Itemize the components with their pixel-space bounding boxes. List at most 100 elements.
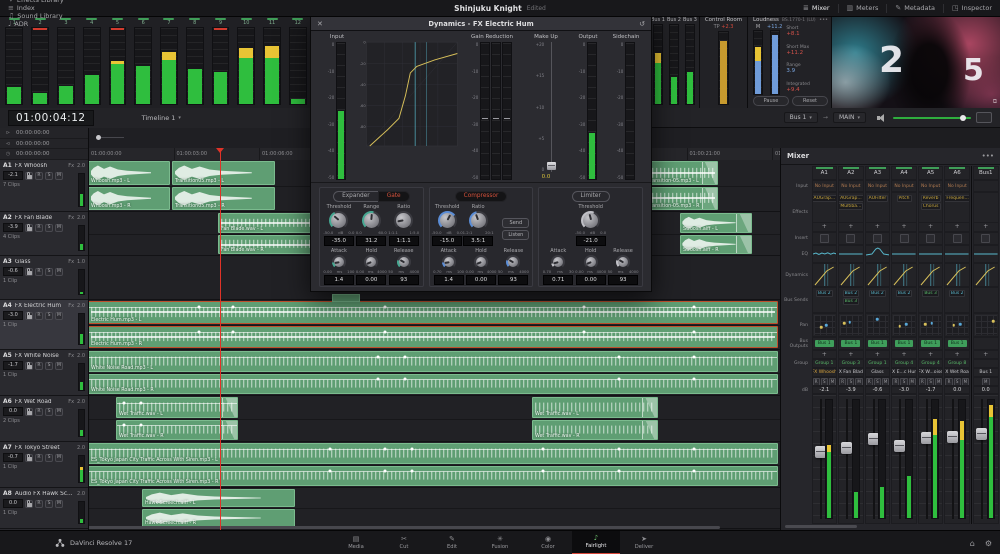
track-header-a8[interactable]: A8Audio FX Hawk Sc...2.00.0RSM1 Clip — [0, 488, 88, 529]
s-button[interactable]: S — [821, 378, 828, 386]
lock-button[interactable] — [25, 362, 33, 370]
track-lane-a7[interactable]: ES_Tokyo Japan City Traffic Across With … — [88, 442, 780, 488]
topbar-button-metadata[interactable]: ✎Metadata — [887, 0, 943, 16]
makeup-slider[interactable] — [547, 42, 556, 172]
timeline-selector[interactable]: Timeline 1▾ — [142, 114, 181, 122]
r-button[interactable]: R — [35, 362, 43, 370]
dim-button[interactable] — [976, 112, 992, 123]
effect-chip[interactable]: Multiba... — [838, 203, 863, 210]
automation-point[interactable] — [232, 306, 235, 309]
reset-icon[interactable]: ↺ — [639, 20, 645, 28]
audio-clip[interactable]: Swoosh.aiff - R — [680, 235, 752, 255]
m-button[interactable]: M — [55, 408, 63, 416]
knob-control[interactable] — [362, 211, 381, 230]
automation-point[interactable] — [693, 330, 696, 333]
m-button[interactable]: M — [962, 378, 969, 386]
pan-control[interactable] — [973, 313, 999, 337]
insert-toggle[interactable] — [873, 234, 882, 243]
track-volume[interactable]: 0.0 — [3, 407, 23, 416]
lock-button[interactable] — [25, 312, 33, 320]
track-volume[interactable]: -0.7 — [3, 453, 23, 462]
effect-chip[interactable]: Chorus — [921, 203, 941, 210]
page-tab-cut[interactable]: ✂Cut — [380, 531, 428, 554]
audio-clip[interactable]: Whoosh.mp3 - L — [88, 161, 170, 185]
pan-control[interactable] — [918, 313, 944, 337]
knob-hold[interactable]: Hold0.00ms40000.00 — [575, 248, 606, 285]
automation-point[interactable] — [383, 470, 386, 473]
add-effect-button[interactable]: + — [945, 222, 969, 231]
insert-toggle[interactable] — [981, 234, 990, 243]
automation-point[interactable] — [328, 470, 331, 473]
insert-toggle[interactable] — [926, 234, 935, 243]
knob-attack[interactable]: Attack0.70ms1001.4 — [433, 248, 464, 285]
insert-toggle[interactable] — [953, 234, 962, 243]
s-button[interactable]: S — [45, 500, 53, 508]
track-header-a4[interactable]: A4FX Electric HumFx2.0-3.0RSM1 Clip — [0, 300, 88, 350]
topbar-button-sound-library[interactable]: ♫Sound Library — [0, 12, 72, 20]
knob-control[interactable] — [442, 255, 456, 269]
fader-area[interactable] — [918, 394, 944, 524]
loudness-menu[interactable]: ••• — [819, 17, 828, 23]
add-bus-button[interactable]: + — [838, 350, 864, 359]
s-button[interactable]: S — [45, 268, 53, 276]
automation-point[interactable] — [693, 470, 696, 473]
fader-area[interactable] — [838, 394, 864, 524]
bus-output-chip[interactable]: Bus 1 — [895, 340, 914, 347]
audio-clip[interactable]: White Noise Road.mp3 - R — [88, 374, 778, 395]
effect-chip[interactable]: Reverb — [921, 195, 941, 202]
input-slot[interactable]: No Input — [944, 180, 970, 192]
fader-handle[interactable] — [894, 440, 905, 452]
page-tab-edit[interactable]: ✎Edit — [428, 531, 476, 554]
tab-gate[interactable]: Gate — [378, 191, 410, 202]
automation-point[interactable] — [617, 378, 620, 381]
close-icon[interactable]: ✕ — [317, 20, 323, 28]
add-effect-button[interactable]: + — [866, 222, 890, 231]
audio-clip[interactable]: Wet Traffic.wav - R — [532, 420, 658, 441]
knob-control[interactable] — [616, 255, 630, 269]
automation-point[interactable] — [693, 447, 696, 450]
r-button[interactable]: R — [35, 454, 43, 462]
group-label[interactable]: Group 1 — [868, 361, 886, 366]
group-label[interactable]: Group 4 — [921, 361, 939, 366]
m-button[interactable]: M — [855, 378, 862, 386]
add-effect-button[interactable]: + — [839, 222, 863, 231]
settings-icon[interactable]: ⚙ — [985, 539, 992, 548]
knob-control[interactable] — [584, 255, 598, 269]
audio-clip[interactable]: Transition05.mp3 - R — [172, 187, 275, 211]
s-button[interactable]: S — [900, 378, 907, 386]
m-button[interactable]: M — [55, 268, 63, 276]
automation-point[interactable] — [617, 447, 620, 450]
audio-clip[interactable]: Electric Hum.mp3 - R — [88, 326, 778, 349]
s-button[interactable]: S — [45, 224, 53, 232]
group-label[interactable]: Group 4 — [895, 361, 913, 366]
input-slot[interactable]: No Input — [865, 180, 891, 192]
bus-output-chip[interactable]: Bus 1 — [868, 340, 887, 347]
r-button[interactable]: R — [892, 378, 899, 386]
s-button[interactable]: S — [847, 378, 854, 386]
pan-control[interactable] — [838, 313, 864, 337]
r-button[interactable]: R — [35, 224, 43, 232]
track-volume[interactable]: -2.1 — [3, 171, 23, 180]
dynamics-curve[interactable] — [973, 263, 999, 287]
zoom-slider[interactable] — [98, 137, 124, 138]
automation-point[interactable] — [693, 306, 696, 309]
knob-control[interactable] — [469, 211, 488, 230]
input-slot[interactable]: No Input — [838, 180, 864, 192]
automation-point[interactable] — [693, 355, 696, 358]
knob-release[interactable]: Release50ms400093 — [388, 248, 419, 285]
knob-attack[interactable]: Attack0.00ms1001.4 — [323, 248, 354, 285]
topbar-button-inspector[interactable]: ◳Inspector — [944, 0, 1000, 16]
add-bus-button[interactable]: + — [891, 350, 917, 359]
track-header-a5[interactable]: A5FX White NoiseFx2.0-1.7RSM1 Clip — [0, 350, 88, 396]
home-icon[interactable]: ⌂ — [970, 539, 975, 548]
automation-point[interactable] — [140, 424, 143, 427]
automation-point[interactable] — [404, 355, 407, 358]
tab-compressor[interactable]: Compressor — [455, 191, 508, 202]
add-effect-button[interactable]: + — [892, 222, 916, 231]
audio-clip[interactable]: Whoosh.mp3 - R — [88, 187, 170, 211]
reset-button[interactable]: Reset — [792, 96, 828, 106]
effect-chip[interactable]: AUFilter — [867, 195, 889, 202]
m-button[interactable]: M — [55, 454, 63, 462]
m-button[interactable]: M — [55, 362, 63, 370]
r-button[interactable]: R — [813, 378, 820, 386]
